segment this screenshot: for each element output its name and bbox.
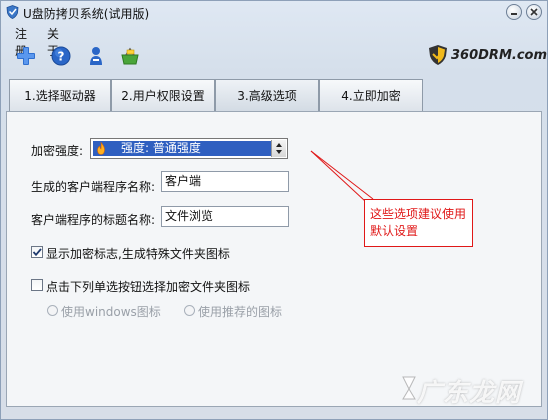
- radio-recommended-icon[interactable]: [184, 305, 195, 316]
- client-title-field[interactable]: 文件浏览: [161, 206, 289, 227]
- choose-icon-checkbox[interactable]: [31, 279, 43, 291]
- app-window: U盘防拷贝系统(试用版) 注册 关于 ?: [0, 0, 548, 420]
- radio-windows-icon[interactable]: [47, 305, 58, 316]
- watermark-mark-icon: [402, 376, 416, 400]
- minimize-icon: [511, 13, 517, 15]
- minimize-button[interactable]: [506, 4, 522, 20]
- updown-arrows-icon: [276, 143, 282, 154]
- close-button[interactable]: [526, 4, 542, 20]
- add-icon[interactable]: [15, 45, 37, 67]
- window-title: U盘防拷贝系统(试用版): [23, 7, 150, 21]
- flame-icon: [97, 142, 105, 155]
- annotation-note: 这些选项建议使用默认设置: [364, 199, 473, 247]
- title-bar: U盘防拷贝系统(试用版): [1, 1, 547, 23]
- help-icon[interactable]: ?: [50, 45, 72, 67]
- show-mark-checkbox[interactable]: [31, 246, 43, 258]
- strength-selected-value: 强度: 普通强度: [93, 141, 271, 156]
- tab-label: 4.立即加密: [341, 89, 401, 103]
- logo-text: 360DRM.com: [451, 48, 547, 63]
- tab-encrypt-now[interactable]: 4.立即加密: [319, 79, 423, 111]
- watermark: 广东龙网: [399, 371, 535, 407]
- show-mark-label: 显示加密标志,生成特殊文件夹图标: [46, 247, 230, 261]
- watermark-text: 广东龙网: [417, 378, 522, 407]
- client-title-label: 客户端程序的标题名称:: [31, 213, 156, 227]
- tab-advanced-options[interactable]: 3.高级选项: [215, 79, 319, 111]
- strength-label: 加密强度:: [31, 144, 84, 158]
- tab-user-permissions[interactable]: 2.用户权限设置: [111, 79, 215, 111]
- strength-spinner[interactable]: [271, 140, 286, 157]
- strength-value: 强度: 普通强度: [121, 141, 201, 155]
- radio-windows-label: 使用windows图标: [61, 305, 161, 319]
- logo-shield-icon: [429, 45, 447, 65]
- user-icon[interactable]: [85, 45, 107, 67]
- shield-icon: [6, 5, 19, 19]
- client-name-label: 生成的客户端程序名称:: [31, 180, 156, 194]
- tab-label: 2.用户权限设置: [121, 89, 205, 103]
- tab-select-drive[interactable]: 1.选择驱动器: [9, 79, 111, 111]
- close-icon: [530, 8, 538, 16]
- choose-icon-label: 点击下列单选按钮选择加密文件夹图标: [46, 280, 251, 294]
- strength-select[interactable]: 强度: 普通强度: [90, 138, 288, 159]
- radio-recommended-label: 使用推荐的图标: [198, 305, 283, 319]
- checkmark-icon: [32, 248, 42, 257]
- basket-icon[interactable]: [119, 45, 141, 67]
- tab-label: 3.高级选项: [237, 89, 297, 103]
- tab-label: 1.选择驱动器: [24, 89, 96, 103]
- client-name-field[interactable]: 客户端: [161, 171, 289, 192]
- svg-text:?: ?: [58, 50, 65, 64]
